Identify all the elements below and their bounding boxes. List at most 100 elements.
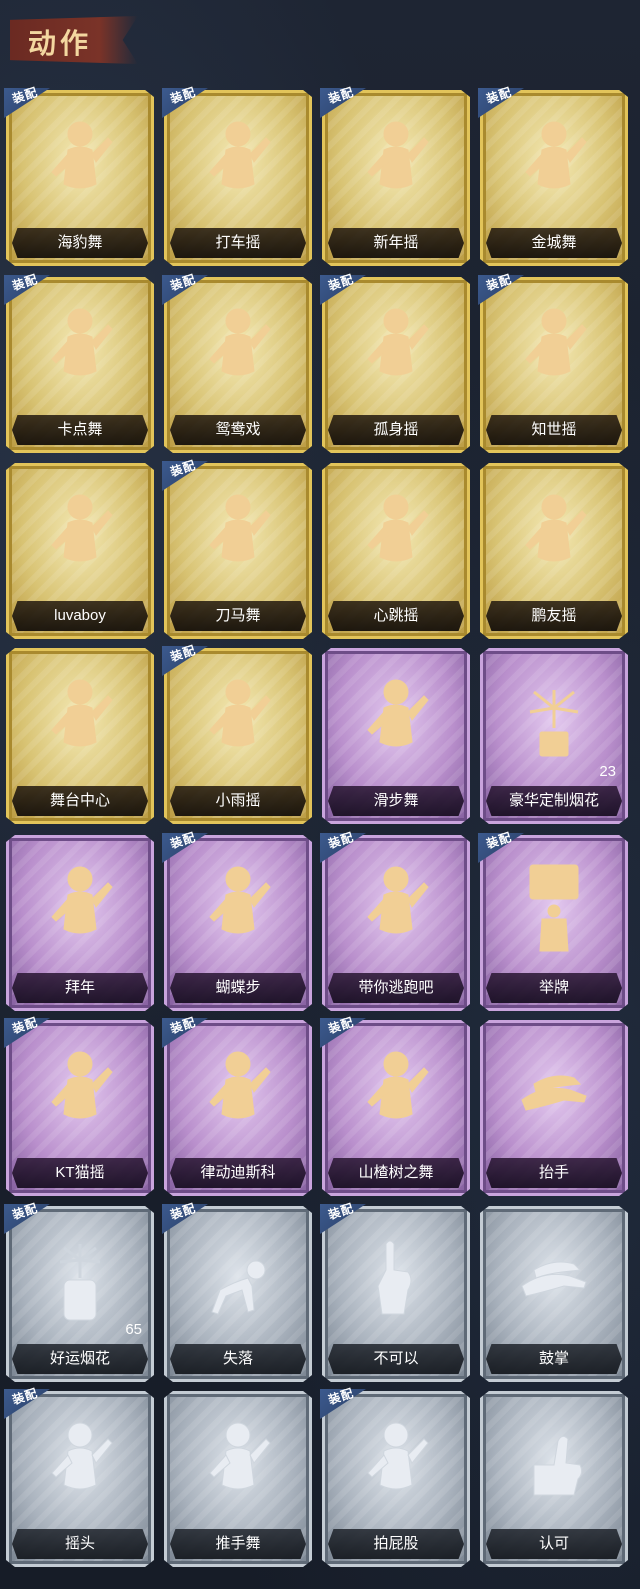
dance-figure-icon	[209, 679, 271, 747]
dance-figure-icon	[367, 866, 429, 934]
firework-can-icon	[59, 1244, 101, 1321]
action-name: 抬手	[538, 1164, 569, 1181]
action-card[interactable]: 海豹舞 装配	[4, 85, 154, 266]
action-card[interactable]: 律动迪斯科 装配	[162, 1015, 312, 1196]
action-name: 蝴蝶步	[215, 979, 261, 996]
dance-figure-icon	[525, 494, 587, 562]
dance-figure-icon	[525, 308, 587, 376]
action-card[interactable]: 65 好运烟花 装配	[4, 1201, 154, 1382]
action-name: 心跳摇	[373, 607, 419, 624]
action-card[interactable]: 打车摇 装配	[162, 85, 312, 266]
dance-figure-icon	[209, 866, 271, 934]
action-name: 海豹舞	[57, 234, 103, 251]
action-name: 鼓掌	[538, 1350, 569, 1367]
crawling-figure-icon	[211, 1260, 266, 1315]
action-name: 不可以	[373, 1350, 419, 1367]
action-name: 豪华定制烟花	[508, 792, 599, 809]
action-name: 山楂树之舞	[358, 1164, 434, 1181]
action-card[interactable]: 金城舞 装配	[478, 85, 628, 266]
sign-holding-icon	[529, 864, 579, 952]
action-name: 鹏友摇	[531, 607, 577, 624]
dance-figure-icon	[209, 121, 271, 189]
action-name: 金城舞	[531, 234, 577, 251]
dance-figure-icon	[367, 1422, 429, 1490]
action-card[interactable]: 知世摇 装配	[478, 272, 628, 453]
dance-figure-icon	[367, 1051, 429, 1119]
item-count: 65	[125, 1321, 142, 1338]
action-card[interactable]: 孤身摇 装配	[320, 272, 470, 453]
action-name: 举牌	[538, 979, 569, 996]
dance-figure-icon	[209, 1051, 271, 1119]
dance-figure-icon	[51, 494, 113, 562]
action-name: 舞台中心	[49, 792, 110, 809]
dance-figure-icon	[209, 494, 271, 562]
action-card[interactable]: 拍屁股 装配	[320, 1386, 470, 1567]
dance-figure-icon	[209, 1422, 271, 1490]
action-card[interactable]: 山楂树之舞 装配	[320, 1015, 470, 1196]
action-name: 刀马舞	[215, 607, 261, 624]
header: 动作	[0, 0, 640, 80]
action-name: 律动迪斯科	[200, 1164, 276, 1181]
action-card[interactable]: 舞台中心	[6, 648, 154, 824]
dance-figure-icon	[525, 121, 587, 189]
item-count: 23	[599, 763, 616, 780]
action-card[interactable]: 卡点舞 装配	[4, 272, 154, 453]
greeting-figure-icon	[51, 866, 113, 934]
action-card[interactable]: 举牌 装配	[478, 830, 628, 1011]
action-name: 拍屁股	[373, 1535, 419, 1552]
fireworks-icon	[529, 690, 579, 757]
dance-figure-icon	[367, 308, 429, 376]
action-card[interactable]: 抬手	[480, 1020, 628, 1196]
action-card[interactable]: 鸳鸯戏 装配	[162, 272, 312, 453]
dance-figure-icon	[367, 494, 429, 562]
clapping-hands-icon	[521, 1261, 587, 1297]
action-name: KT猫摇	[55, 1164, 105, 1181]
action-name: 摇头	[64, 1535, 95, 1552]
dance-figure-icon	[51, 1051, 113, 1119]
action-name: 卡点舞	[57, 421, 103, 438]
action-card[interactable]: KT猫摇 装配	[4, 1015, 154, 1196]
action-name: 失落	[222, 1350, 253, 1367]
action-name: 滑步舞	[373, 792, 419, 809]
action-name: 小雨摇	[215, 792, 261, 809]
action-name: 新年摇	[373, 234, 419, 251]
action-card[interactable]: 失落 装配	[162, 1201, 312, 1382]
action-card[interactable]: 不可以 装配	[320, 1201, 470, 1382]
action-name: luvaboy	[54, 607, 106, 624]
page-title: 动作	[28, 28, 93, 59]
raise-hand-icon	[521, 1075, 587, 1111]
action-name: 知世摇	[531, 421, 577, 438]
action-card[interactable]: 蝴蝶步 装配	[162, 830, 312, 1011]
action-name: 认可	[538, 1535, 569, 1552]
action-card[interactable]: 滑步舞	[322, 648, 470, 824]
finger-wag-icon	[377, 1240, 412, 1315]
action-card[interactable]: 小雨摇 装配	[162, 643, 312, 824]
dance-figure-icon	[51, 308, 113, 376]
dance-figure-icon	[209, 308, 271, 376]
action-name: 带你逃跑吧	[358, 979, 434, 996]
action-name: 好运烟花	[49, 1350, 110, 1367]
action-card[interactable]: 新年摇 装配	[320, 85, 470, 266]
action-card[interactable]: 鹏友摇	[480, 463, 628, 639]
dance-figure-icon	[367, 121, 429, 189]
action-name: 孤身摇	[373, 421, 419, 438]
thumbs-up-icon	[533, 1435, 583, 1496]
action-name: 打车摇	[215, 234, 261, 251]
action-name: 拜年	[64, 979, 95, 996]
action-card[interactable]: 心跳摇	[322, 463, 470, 639]
action-name: 推手舞	[215, 1535, 261, 1552]
action-card[interactable]: 认可	[480, 1391, 628, 1567]
dance-figure-icon	[51, 121, 113, 189]
action-card[interactable]: 摇头 装配	[4, 1386, 154, 1567]
action-card[interactable]: 拜年	[6, 835, 154, 1011]
action-card[interactable]: 带你逃跑吧 装配	[320, 830, 470, 1011]
dance-figure-icon	[51, 679, 113, 747]
action-card[interactable]: 鼓掌	[480, 1206, 628, 1382]
action-card[interactable]: luvaboy	[6, 463, 154, 639]
action-card[interactable]: 23 豪华定制烟花	[480, 648, 628, 824]
action-card[interactable]: 刀马舞 装配	[162, 458, 312, 639]
action-name: 鸳鸯戏	[215, 421, 261, 438]
dance-figure-icon	[367, 679, 429, 747]
shaking-head-icon	[51, 1422, 113, 1490]
action-card[interactable]: 推手舞	[164, 1391, 312, 1567]
